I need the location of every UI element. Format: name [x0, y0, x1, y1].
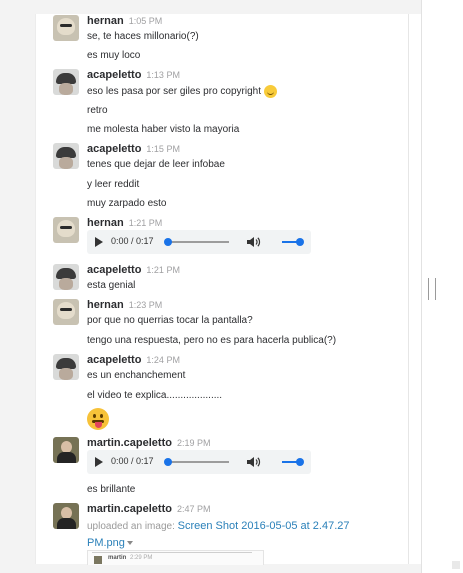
message-text: me molesta haber visto la mayoria [87, 124, 240, 135]
message-timestamp[interactable]: 1:21 PM [129, 218, 163, 228]
image-preview[interactable]: martin 2:29 PM [87, 550, 264, 565]
play-icon[interactable] [95, 237, 103, 247]
message-text: el video te explica.................... [87, 390, 223, 401]
play-icon[interactable] [95, 457, 103, 467]
speaker-icon[interactable] [247, 236, 261, 248]
author-name[interactable]: acapeletto [87, 354, 141, 366]
message-timestamp[interactable]: 1:15 PM [146, 144, 180, 154]
message-text: se, te haces millonario(?) [87, 31, 199, 42]
upload-prefix: uploaded an image: [87, 521, 175, 532]
avatar[interactable] [53, 503, 79, 529]
volume-slider[interactable] [282, 238, 304, 246]
message-text: muy zarpado esto [87, 198, 167, 209]
message-text: por que no querrias tocar la pantalla? [87, 315, 253, 326]
volume-slider[interactable] [282, 458, 304, 466]
message-timestamp[interactable]: 2:19 PM [177, 438, 211, 448]
avatar[interactable] [53, 217, 79, 243]
thumb-time: 2:29 PM [130, 555, 153, 561]
message-text: tengo una respuesta, pero no es para hac… [87, 335, 337, 346]
speaker-icon[interactable] [247, 456, 261, 468]
message-author[interactable]: hernan 1:05 PM [87, 15, 162, 27]
message-text: es muy loco [87, 50, 141, 61]
message-text: es un enchanchement [87, 370, 186, 381]
avatar[interactable] [53, 354, 79, 380]
avatar[interactable] [53, 264, 79, 290]
volume-knob[interactable] [296, 458, 304, 466]
audio-time: 0:00 / 0:17 [111, 236, 154, 246]
message-timestamp[interactable]: 1:24 PM [146, 355, 180, 365]
message-author[interactable]: martin.capeletto 2:47 PM [87, 503, 211, 515]
message-timestamp[interactable]: 1:23 PM [129, 300, 163, 310]
message-text: retro [87, 105, 108, 116]
author-name[interactable]: acapeletto [87, 69, 141, 81]
message-author[interactable]: hernan 1:21 PM [87, 217, 162, 229]
message-text: y leer reddit [87, 179, 140, 190]
audio-progress-slider[interactable] [164, 238, 229, 246]
avatar[interactable] [53, 299, 79, 325]
message-timestamp[interactable]: 1:13 PM [146, 70, 180, 80]
thumb-author: martin [108, 555, 127, 561]
avatar[interactable] [53, 15, 79, 41]
audio-player: 0:00 / 0:17 [87, 230, 311, 254]
message-text: tenes que dejar de leer infobae [87, 159, 225, 170]
message-author[interactable]: acapeletto 1:24 PM [87, 354, 180, 366]
message-text: es brillante [87, 484, 136, 495]
upload-notice: uploaded an image: Screen Shot 2016-05-0… [87, 518, 372, 552]
message-timestamp[interactable]: 1:21 PM [146, 265, 180, 275]
progress-knob[interactable] [164, 238, 172, 246]
message-author[interactable]: acapeletto 1:13 PM [87, 69, 180, 81]
volume-knob[interactable] [296, 238, 304, 246]
author-name[interactable]: hernan [87, 15, 124, 27]
author-name[interactable]: martin.capeletto [87, 437, 172, 449]
avatar[interactable] [53, 69, 79, 95]
message-author[interactable]: acapeletto 1:21 PM [87, 264, 180, 276]
author-name[interactable]: hernan [87, 217, 124, 229]
message-author[interactable]: acapeletto 1:15 PM [87, 143, 180, 155]
message-author[interactable]: martin.capeletto 2:19 PM [87, 437, 211, 449]
audio-player: 0:00 / 0:17 [87, 450, 311, 474]
author-name[interactable]: hernan [87, 299, 124, 311]
avatar[interactable] [53, 143, 79, 169]
author-name[interactable]: acapeletto [87, 264, 141, 276]
thumb-avatar [94, 556, 102, 564]
message-text: esta genial [87, 280, 136, 291]
side-panel [421, 0, 463, 573]
author-name[interactable]: martin.capeletto [87, 503, 172, 515]
author-name[interactable]: acapeletto [87, 143, 141, 155]
caret-down-icon[interactable] [126, 541, 133, 546]
audio-progress-slider[interactable] [164, 458, 229, 466]
message-text: eso les pasa por ser giles pro copyright [87, 85, 277, 98]
message-text-content: eso les pasa por ser giles pro copyright [87, 86, 261, 98]
message-author[interactable]: hernan 1:23 PM [87, 299, 162, 311]
progress-knob[interactable] [164, 458, 172, 466]
resize-handle[interactable] [428, 278, 436, 300]
scrollbar[interactable] [408, 14, 421, 564]
avatar[interactable] [53, 437, 79, 463]
resize-corner[interactable] [452, 561, 460, 569]
message-timestamp[interactable]: 2:47 PM [177, 504, 211, 514]
message-timestamp[interactable]: 1:05 PM [129, 16, 163, 26]
audio-time: 0:00 / 0:17 [111, 456, 154, 466]
slightly-smiling-face-icon [263, 85, 277, 98]
face-with-tongue-icon [87, 408, 109, 430]
